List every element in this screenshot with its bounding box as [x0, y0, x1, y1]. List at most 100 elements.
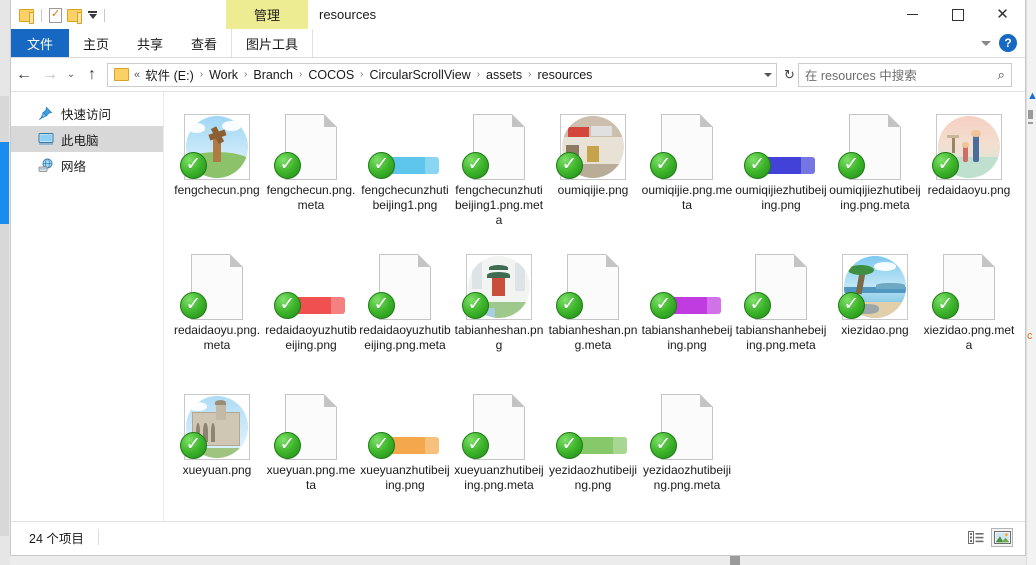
- sidebar-item-quick-access[interactable]: 快速访问: [11, 100, 163, 126]
- file-item[interactable]: oumiqijie.png.meta: [640, 100, 734, 240]
- properties-icon[interactable]: [49, 7, 62, 23]
- file-item[interactable]: tabianshanhebeijing.png: [640, 240, 734, 380]
- breadcrumb-item-drive[interactable]: 软件 (E:): [145, 65, 194, 84]
- file-name-label: xueyuanzhutibeijing.png: [360, 463, 450, 492]
- file-item[interactable]: oumiqijie.png: [546, 100, 640, 240]
- breadcrumb-item-assets[interactable]: assets: [486, 68, 522, 82]
- file-item[interactable]: xueyuanzhutibeijing.png.meta: [452, 380, 546, 520]
- breadcrumb-separator[interactable]: ›: [299, 69, 302, 80]
- file-item[interactable]: yezidaozhutibeijing.png.meta: [640, 380, 734, 520]
- file-name-label: tabianshanhebeijing.png: [641, 323, 733, 352]
- window-controls: ✕: [890, 0, 1025, 29]
- sync-ok-icon: [744, 152, 771, 179]
- background-window-scrollbar-thumb[interactable]: [0, 142, 9, 224]
- close-button[interactable]: ✕: [980, 0, 1025, 29]
- file-item[interactable]: oumiqijiezhutibeijing.png: [734, 100, 828, 240]
- background-window-right-marker-2: [1028, 122, 1033, 124]
- sync-ok-icon: [274, 432, 301, 459]
- new-folder-icon[interactable]: [67, 8, 82, 24]
- help-button[interactable]: ?: [999, 34, 1017, 52]
- window-title: resources: [319, 7, 377, 22]
- details-view-button[interactable]: [965, 528, 987, 547]
- breadcrumb-item-resources[interactable]: resources: [538, 68, 593, 82]
- file-item[interactable]: tabianshanhebeijing.png.meta: [734, 240, 828, 380]
- sync-ok-icon: [274, 292, 301, 319]
- search-icon[interactable]: ⌕: [998, 67, 1005, 83]
- file-grid: fengchecun.pngfengchecun.png.metafengche…: [164, 92, 1025, 520]
- sidebar-item-network[interactable]: 网络: [11, 152, 163, 178]
- sync-ok-icon: [368, 152, 395, 179]
- file-item[interactable]: xueyuan.png: [170, 380, 264, 520]
- file-item[interactable]: yezidaozhutibeijing.png: [546, 380, 640, 520]
- sync-ok-icon: [556, 292, 583, 319]
- file-thumbnail: [273, 244, 349, 320]
- file-thumbnail: [931, 244, 1007, 320]
- breadcrumb-item-circularscrollview[interactable]: CircularScrollView: [370, 68, 471, 82]
- tab-home[interactable]: 主页: [69, 29, 123, 57]
- title-bar: 管理 resources ✕: [11, 0, 1025, 29]
- tab-file[interactable]: 文件: [11, 29, 69, 57]
- background-window-horizontal-scroll-thumb[interactable]: [730, 556, 740, 565]
- up-button[interactable]: ↑: [79, 62, 105, 88]
- background-window-horizontal-scrollbar[interactable]: [10, 556, 1026, 565]
- chevron-down-icon[interactable]: [981, 40, 991, 46]
- sync-ok-icon: [556, 432, 583, 459]
- minimize-button[interactable]: [890, 0, 935, 29]
- file-item[interactable]: tabianheshan.png: [452, 240, 546, 380]
- breadcrumb[interactable]: « 软件 (E:) › Work › Branch › COCOS › Circ…: [107, 62, 777, 87]
- tab-share[interactable]: 共享: [123, 29, 177, 57]
- breadcrumb-item-branch[interactable]: Branch: [253, 68, 293, 82]
- sidebar-item-this-pc[interactable]: 此电脑: [11, 126, 163, 152]
- file-item[interactable]: xueyuan.png.meta: [264, 380, 358, 520]
- picture-tools-context-tab[interactable]: 管理: [226, 0, 308, 29]
- refresh-button[interactable]: ↻: [781, 67, 798, 83]
- recent-locations-button[interactable]: ⌄: [63, 62, 79, 88]
- file-item[interactable]: redaidaoyuzhutibeijing.png.meta: [358, 240, 452, 380]
- file-thumbnail: [179, 244, 255, 320]
- breadcrumb-item-cocos[interactable]: COCOS: [308, 68, 354, 82]
- sync-ok-icon: [274, 152, 301, 179]
- file-thumbnail: [273, 384, 349, 460]
- search-input[interactable]: 在 resources 中搜索 ⌕: [797, 62, 1012, 87]
- tab-view[interactable]: 查看: [177, 29, 231, 57]
- ribbon-tabs: 文件 主页 共享 查看 图片工具: [11, 29, 314, 57]
- folder-icon[interactable]: [19, 8, 34, 24]
- breadcrumb-separator[interactable]: ›: [528, 69, 531, 80]
- file-item[interactable]: tabianheshan.png.meta: [546, 240, 640, 380]
- file-thumbnail: [837, 244, 913, 320]
- file-item[interactable]: fengchecunzhutibeijing1.png.meta: [452, 100, 546, 240]
- back-button[interactable]: ←: [11, 62, 37, 88]
- breadcrumb-item-work[interactable]: Work: [209, 68, 238, 82]
- tab-picture-tools[interactable]: 图片工具: [231, 29, 314, 57]
- ribbon-tab-strip: 文件 主页 共享 查看 图片工具 ?: [11, 29, 1025, 58]
- file-item[interactable]: xiezidao.png.meta: [922, 240, 1016, 380]
- file-thumbnail: [367, 104, 443, 180]
- maximize-button[interactable]: [935, 0, 980, 29]
- file-item[interactable]: oumiqijiezhutibeijing.png.meta: [828, 100, 922, 240]
- large-icons-view-button[interactable]: [991, 527, 1013, 547]
- file-item[interactable]: fengchecun.png.meta: [264, 100, 358, 240]
- file-item[interactable]: xueyuanzhutibeijing.png: [358, 380, 452, 520]
- file-item[interactable]: redaidaoyu.png: [922, 100, 1016, 240]
- file-item[interactable]: fengchecun.png: [170, 100, 264, 240]
- file-thumbnail: [555, 384, 631, 460]
- file-thumbnail: [367, 244, 443, 320]
- file-name-label: oumiqijie.png: [557, 183, 629, 197]
- forward-button[interactable]: →: [37, 62, 63, 88]
- customize-dropdown-icon[interactable]: [87, 11, 97, 19]
- breadcrumb-separator[interactable]: ›: [200, 69, 203, 80]
- file-item[interactable]: xiezidao.png: [828, 240, 922, 380]
- breadcrumb-separator[interactable]: ›: [244, 69, 247, 80]
- file-name-label: yezidaozhutibeijing.png.meta: [642, 463, 732, 492]
- background-window-orange-mark: c: [1027, 330, 1033, 342]
- file-list-pane[interactable]: fengchecun.pngfengchecun.png.metafengche…: [163, 92, 1025, 521]
- breadcrumb-overflow[interactable]: «: [134, 69, 140, 81]
- file-item[interactable]: redaidaoyuzhutibeijing.png: [264, 240, 358, 380]
- file-item[interactable]: redaidaoyu.png.meta: [170, 240, 264, 380]
- file-name-label: tabianheshan.png: [454, 323, 544, 352]
- breadcrumb-separator[interactable]: ›: [477, 69, 480, 80]
- file-thumbnail: [649, 384, 725, 460]
- breadcrumb-separator[interactable]: ›: [360, 69, 363, 80]
- file-item[interactable]: fengchecunzhutibeijing1.png: [358, 100, 452, 240]
- address-dropdown-icon[interactable]: [764, 72, 772, 77]
